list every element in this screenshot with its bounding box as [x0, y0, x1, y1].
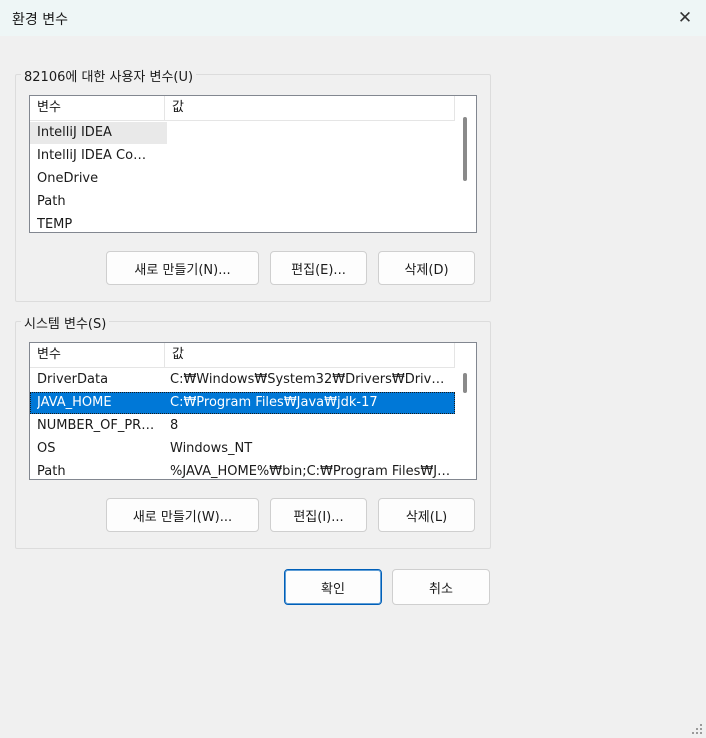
- variable-value: C:₩Windows₩System32₩Drivers₩DriverDa...: [170, 372, 452, 387]
- column-header-value[interactable]: 값: [165, 343, 455, 367]
- user-variables-list[interactable]: 변수 값 IntelliJ IDEA IntelliJ IDEA Com... …: [29, 95, 477, 233]
- system-variables-list[interactable]: 변수 값 DriverData C:₩Windows₩System32₩Driv…: [29, 342, 477, 480]
- variable-value: C:₩Program Files₩Java₩jdk-17: [170, 395, 378, 410]
- title-bar: 환경 변수 ✕: [0, 0, 706, 36]
- list-item[interactable]: TEMP: [30, 214, 455, 232]
- scrollbar-thumb[interactable]: [463, 117, 467, 181]
- resize-grip-icon[interactable]: [691, 723, 703, 735]
- variable-value: [170, 122, 452, 144]
- list-item[interactable]: IntelliJ IDEA: [30, 122, 167, 144]
- column-header-name[interactable]: 변수: [30, 96, 165, 120]
- list-item[interactable]: IntelliJ IDEA Com...: [30, 145, 455, 167]
- list-header: 변수 값: [30, 96, 455, 121]
- variable-name: Path: [37, 194, 66, 209]
- list-item[interactable]: OS Windows_NT: [30, 438, 455, 460]
- list-item-selected[interactable]: JAVA_HOME C:₩Program Files₩Java₩jdk-17: [30, 392, 455, 414]
- variable-value: Windows_NT: [170, 441, 253, 456]
- user-edit-button[interactable]: 편집(E)...: [270, 251, 367, 285]
- list-item[interactable]: NUMBER_OF_PRO... 8: [30, 415, 455, 437]
- variable-name: JAVA_HOME: [37, 395, 112, 410]
- close-icon: ✕: [677, 8, 693, 28]
- user-delete-button[interactable]: 삭제(D): [378, 251, 475, 285]
- vertical-scrollbar[interactable]: [455, 343, 475, 479]
- close-button[interactable]: ✕: [664, 0, 706, 36]
- vertical-scrollbar[interactable]: [455, 96, 475, 232]
- cancel-button[interactable]: 취소: [392, 569, 490, 605]
- list-header: 변수 값: [30, 343, 455, 368]
- variable-name: DriverData: [37, 372, 109, 387]
- variable-value: [170, 191, 452, 213]
- list-item[interactable]: Path: [30, 191, 455, 213]
- list-item[interactable]: DriverData C:₩Windows₩System32₩Drivers₩D…: [30, 369, 455, 391]
- system-edit-button[interactable]: 편집(I)...: [270, 498, 367, 532]
- variable-name: OS: [37, 441, 56, 456]
- user-new-button[interactable]: 새로 만들기(N)...: [106, 251, 259, 285]
- column-header-name[interactable]: 변수: [30, 343, 165, 367]
- variable-name: TEMP: [37, 217, 73, 232]
- variable-value: [170, 214, 452, 232]
- variable-name: OneDrive: [37, 171, 99, 186]
- user-variables-label: 82106에 대한 사용자 변수(U): [21, 66, 197, 85]
- system-new-button[interactable]: 새로 만들기(W)...: [106, 498, 259, 532]
- variable-value: 8: [170, 418, 179, 433]
- variable-name: IntelliJ IDEA Com...: [37, 148, 157, 163]
- variable-value: %JAVA_HOME%₩bin;C:₩Program Files₩Ja...: [170, 464, 452, 479]
- scrollbar-thumb[interactable]: [463, 373, 467, 393]
- system-delete-button[interactable]: 삭제(L): [378, 498, 475, 532]
- list-item[interactable]: Path %JAVA_HOME%₩bin;C:₩Program Files₩Ja…: [30, 461, 455, 479]
- variable-value: [170, 168, 452, 190]
- variable-name: NUMBER_OF_PRO...: [37, 418, 157, 433]
- column-header-value[interactable]: 값: [165, 96, 455, 120]
- system-variables-label: 시스템 변수(S): [21, 313, 110, 332]
- window-title: 환경 변수: [12, 12, 68, 28]
- variable-name: IntelliJ IDEA: [37, 125, 112, 140]
- variable-value: [170, 145, 452, 167]
- variable-name: Path: [37, 464, 66, 479]
- ok-button[interactable]: 확인: [284, 569, 382, 605]
- list-item[interactable]: OneDrive: [30, 168, 455, 190]
